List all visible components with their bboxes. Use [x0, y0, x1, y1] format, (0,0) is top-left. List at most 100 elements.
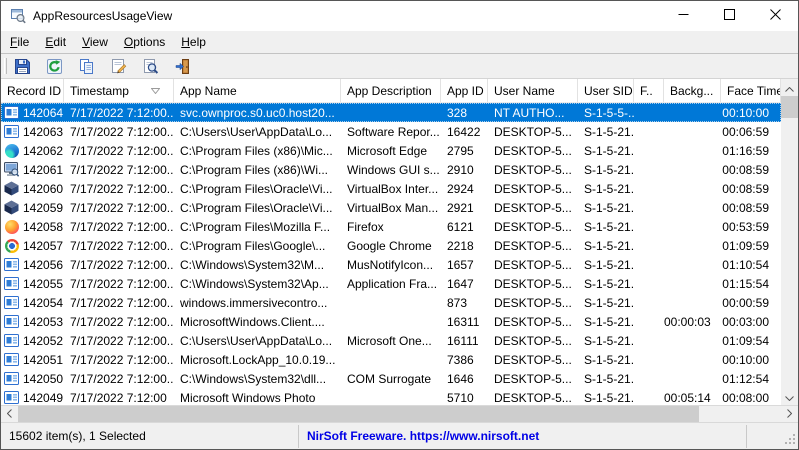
record-id: 142063: [23, 125, 63, 139]
table-row[interactable]: 1420587/17/2022 7:12:00...C:\Program Fil…: [1, 217, 781, 236]
find-icon: [142, 58, 159, 75]
scroll-right-button[interactable]: [781, 406, 798, 422]
horizontal-scroll-thumb[interactable]: [18, 406, 699, 422]
record-id-cell: 142052: [1, 333, 64, 348]
record-id-cell: 142053: [1, 314, 64, 329]
user-name-cell: DESKTOP-5...: [488, 391, 578, 405]
record-id-cell: 142049: [1, 390, 64, 405]
column-header-f[interactable]: F..: [634, 79, 664, 102]
record-id: 142064: [23, 106, 63, 120]
timestamp-cell: 7/17/2022 7:12:00...: [64, 334, 174, 348]
scroll-left-button[interactable]: [1, 406, 18, 422]
app-description-cell: Software Repor...: [341, 125, 441, 139]
record-id: 142057: [23, 239, 63, 253]
column-header-app-name[interactable]: App Name: [174, 79, 341, 102]
table-row[interactable]: 1420577/17/2022 7:12:00...C:\Program Fil…: [1, 236, 781, 255]
toolbar-exit-button[interactable]: [173, 57, 192, 76]
table-row[interactable]: 1420567/17/2022 7:12:00...C:\Windows\Sys…: [1, 255, 781, 274]
menu-view[interactable]: View: [74, 31, 116, 53]
toolbar-find-button[interactable]: [141, 57, 160, 76]
chevron-left-icon: [7, 407, 12, 421]
table-row[interactable]: 1420547/17/2022 7:12:00...windows.immers…: [1, 293, 781, 312]
app-window: AppResourcesUsageView FileEditViewOption…: [0, 0, 799, 450]
table-row[interactable]: 1420557/17/2022 7:12:00...C:\Windows\Sys…: [1, 274, 781, 293]
menu-bar: FileEditViewOptionsHelp: [1, 31, 798, 53]
minimize-button[interactable]: [660, 1, 706, 31]
face-time-cell: 00:10:00: [721, 353, 781, 367]
table-row[interactable]: 1420497/17/2022 7:12:00Microsoft Windows…: [1, 388, 781, 405]
timestamp-cell: 7/17/2022 7:12:00...: [64, 182, 174, 196]
column-header-app-description[interactable]: App Description: [341, 79, 441, 102]
record-id-cell: 142057: [1, 238, 64, 253]
app-description-cell: VirtualBox Man...: [341, 201, 441, 215]
table-row[interactable]: 1420517/17/2022 7:12:00...Microsoft.Lock…: [1, 350, 781, 369]
table-row[interactable]: 1420527/17/2022 7:12:00...C:\Users\User\…: [1, 331, 781, 350]
save-icon: [14, 58, 31, 75]
status-divider: [298, 425, 299, 448]
table-row[interactable]: 1420637/17/2022 7:12:00...C:\Users\User\…: [1, 122, 781, 141]
nirsoft-link[interactable]: NirSoft Freeware. https://www.nirsoft.ne…: [307, 423, 539, 450]
toolbar-refresh-button[interactable]: [45, 57, 64, 76]
maximize-button[interactable]: [706, 1, 752, 31]
app-id-cell: 2921: [441, 201, 488, 215]
toolbar-copy-button[interactable]: [77, 57, 96, 76]
default-app-icon: [4, 314, 19, 329]
column-header-timestamp[interactable]: Timestamp: [64, 79, 174, 102]
timestamp-cell: 7/17/2022 7:12:00...: [64, 315, 174, 329]
table-row[interactable]: 1420597/17/2022 7:12:00...C:\Program Fil…: [1, 198, 781, 217]
menu-file[interactable]: File: [2, 31, 37, 53]
timestamp-cell: 7/17/2022 7:12:00...: [64, 125, 174, 139]
table-row[interactable]: 1420627/17/2022 7:12:00...C:\Program Fil…: [1, 141, 781, 160]
menu-options[interactable]: Options: [116, 31, 173, 53]
column-header-record-id[interactable]: Record ID: [1, 79, 64, 102]
user-name-cell: DESKTOP-5...: [488, 315, 578, 329]
status-divider: [746, 425, 747, 448]
table-row[interactable]: 1420647/17/2022 7:12:00...svc.ownproc.s0…: [1, 103, 781, 122]
column-label: App Name: [180, 84, 237, 98]
user-sid-cell: S-1-5-21...: [578, 277, 634, 291]
column-header-backg[interactable]: Backg...: [664, 79, 721, 102]
column-label: App ID: [447, 84, 484, 98]
app-id-cell: 2924: [441, 182, 488, 196]
default-app-icon: [4, 390, 19, 405]
resize-grip-icon[interactable]: [784, 433, 797, 449]
table-row[interactable]: 1420607/17/2022 7:12:00...C:\Program Fil…: [1, 179, 781, 198]
scroll-down-button[interactable]: [781, 388, 798, 405]
vertical-scrollbar[interactable]: [781, 79, 798, 405]
record-id-cell: 142059: [1, 200, 64, 215]
menu-edit[interactable]: Edit: [37, 31, 74, 53]
column-header-app-id[interactable]: App ID: [441, 79, 488, 102]
app-id-cell: 1647: [441, 277, 488, 291]
close-button[interactable]: [752, 1, 798, 31]
timestamp-cell: 7/17/2022 7:12:00...: [64, 201, 174, 215]
record-id-cell: 142060: [1, 181, 64, 196]
column-header-face-time[interactable]: Face Time: [721, 79, 781, 102]
menu-help[interactable]: Help: [173, 31, 214, 53]
user-name-cell: DESKTOP-5...: [488, 144, 578, 158]
default-app-icon: [4, 276, 19, 291]
app-description-cell: COM Surrogate: [341, 372, 441, 386]
table-row[interactable]: 1420617/17/2022 7:12:00...C:\Program Fil…: [1, 160, 781, 179]
table-row[interactable]: 1420537/17/2022 7:12:00...MicrosoftWindo…: [1, 312, 781, 331]
column-label: Backg...: [670, 84, 713, 98]
face-time-cell: 00:08:59: [721, 201, 781, 215]
user-sid-cell: S-1-5-21...: [578, 391, 634, 405]
toolbar-save-button[interactable]: [13, 57, 32, 76]
app-id-cell: 16311: [441, 315, 488, 329]
vertical-scroll-thumb[interactable]: [781, 96, 798, 118]
column-header-user-sid[interactable]: User SID: [578, 79, 634, 102]
exit-icon: [174, 58, 191, 75]
chevron-down-icon: [785, 390, 794, 404]
table-row[interactable]: 1420507/17/2022 7:12:00...C:\Windows\Sys…: [1, 369, 781, 388]
scroll-up-button[interactable]: [781, 79, 798, 96]
refresh-icon: [46, 58, 63, 75]
toolbar-properties-button[interactable]: [109, 57, 128, 76]
column-label: Timestamp: [70, 84, 129, 98]
app-id-cell: 328: [441, 106, 488, 120]
firefox-icon: [4, 219, 19, 234]
column-header-user-name[interactable]: User Name: [488, 79, 578, 102]
app-id-cell: 873: [441, 296, 488, 310]
horizontal-scrollbar[interactable]: [1, 405, 798, 422]
list-view: Record ID Timestamp App Name App Descriptio…: [1, 79, 798, 405]
title-bar: AppResourcesUsageView: [1, 1, 798, 31]
